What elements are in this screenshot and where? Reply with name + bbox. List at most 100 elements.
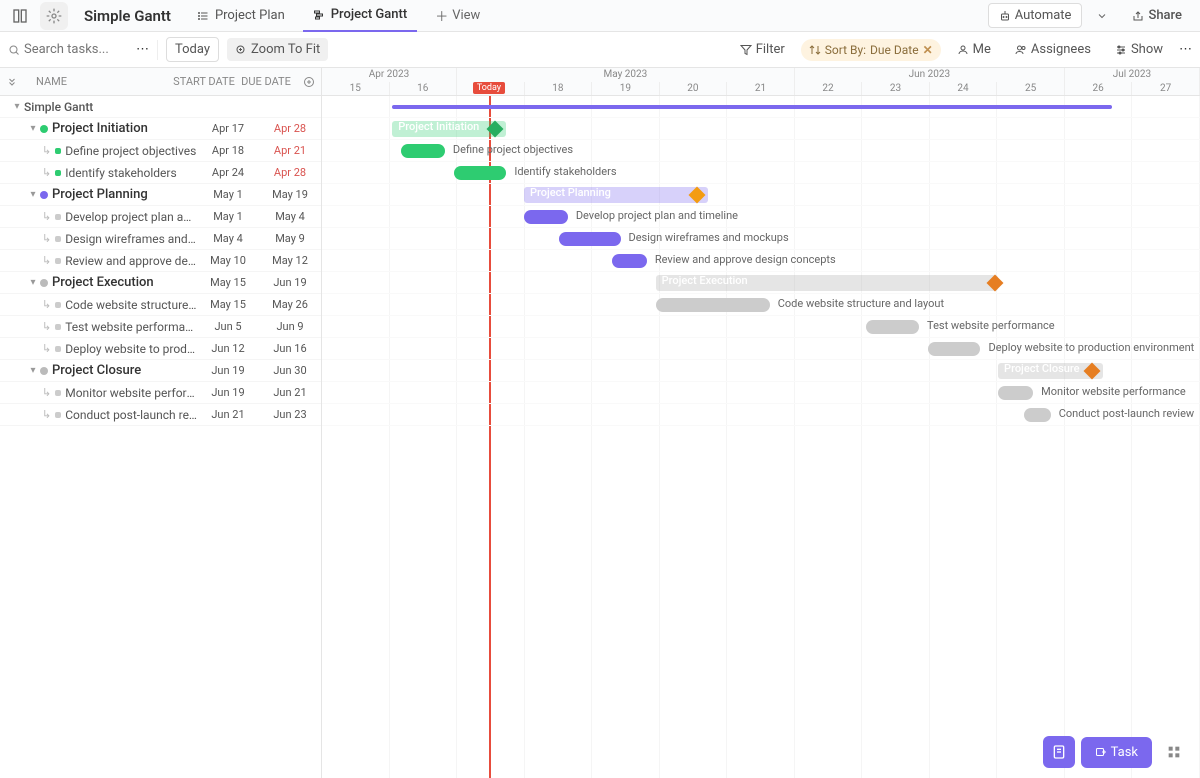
task-row[interactable]: ↳Code website structure and layoutMay 15…	[0, 294, 321, 316]
gantt-row[interactable]: Design wireframes and mockups	[322, 228, 1200, 250]
day-header: 27	[1132, 82, 1200, 96]
task-status-dot	[55, 390, 61, 396]
task-bar[interactable]: Test website performance	[866, 320, 919, 334]
gantt-body[interactable]: Today Project InitiationDefine project o…	[322, 96, 1200, 778]
zoom-to-fit-button[interactable]: Zoom To Fit	[227, 38, 328, 61]
sort-clear[interactable]: ✕	[923, 43, 933, 57]
assignees-button[interactable]: Assignees	[1007, 38, 1099, 61]
task-row[interactable]: ↳Test website performanceJun 5Jun 9	[0, 316, 321, 338]
summary-bar[interactable]	[392, 105, 1112, 109]
add-view-button[interactable]: ＋ View	[425, 6, 490, 25]
search-input[interactable]	[24, 42, 124, 57]
task-bar[interactable]: Code website structure and layout	[656, 298, 770, 312]
gantt-row[interactable]: Code website structure and layout	[322, 294, 1200, 316]
task-row[interactable]: ↳Identify stakeholdersApr 24Apr 28	[0, 162, 321, 184]
filter-button[interactable]: Filter	[732, 38, 793, 61]
gantt-row[interactable]: Deploy website to production environment	[322, 338, 1200, 360]
task-bar[interactable]: Conduct post-launch review	[1024, 408, 1050, 422]
tab-label: Project Gantt	[331, 7, 407, 22]
gantt-row[interactable]: Project Initiation	[322, 118, 1200, 140]
task-bar-label: Conduct post-launch review	[1059, 407, 1194, 420]
task-row[interactable]: ↳Design wireframes and mockupsMay 4May 9	[0, 228, 321, 250]
task-name: Project Planning	[52, 187, 197, 202]
task-name: Develop project plan and timeline	[65, 210, 197, 224]
show-label: Show	[1131, 42, 1163, 57]
day-header: 25	[997, 82, 1065, 96]
col-start-header[interactable]: Start Date	[173, 75, 235, 88]
task-row[interactable]: ↳Review and approve design conceptsMay 1…	[0, 250, 321, 272]
task-row[interactable]: ↳Develop project plan and timelineMay 1M…	[0, 206, 321, 228]
gantt-row[interactable]: Project Execution	[322, 272, 1200, 294]
task-name: Define project objectives	[65, 144, 197, 158]
share-button[interactable]: Share	[1122, 4, 1192, 27]
task-row[interactable]: ▾Project InitiationApr 17Apr 28	[0, 118, 321, 140]
gantt-row[interactable]	[322, 96, 1200, 118]
space-icon[interactable]	[40, 2, 68, 30]
apps-button[interactable]	[1158, 736, 1190, 768]
task-bar[interactable]: Define project objectives	[401, 144, 445, 158]
task-row[interactable]: ▾Project PlanningMay 1May 19	[0, 184, 321, 206]
task-status-dot	[55, 324, 61, 330]
gantt-row[interactable]: Monitor website performance	[322, 382, 1200, 404]
filter-label: Filter	[756, 42, 785, 57]
tab-project-plan[interactable]: Project Plan	[187, 0, 295, 32]
new-task-button[interactable]: Task	[1081, 737, 1152, 768]
tab-label: Project Plan	[215, 8, 285, 23]
gantt-row[interactable]: Review and approve design concepts	[322, 250, 1200, 272]
me-label: Me	[973, 42, 991, 57]
task-bar[interactable]: Review and approve design concepts	[612, 254, 647, 268]
task-name: Project Execution	[52, 275, 197, 290]
task-row[interactable]: ↳Conduct post-launch reviewJun 21Jun 23	[0, 404, 321, 426]
group-bar-label: Project Initiation	[392, 120, 479, 133]
task-list-panel: NAME Start Date Due Date ▾Simple Gantt▾P…	[0, 68, 322, 778]
gantt-row[interactable]: Conduct post-launch review	[322, 404, 1200, 426]
day-header: 21	[727, 82, 795, 96]
collapse-icon	[6, 76, 18, 88]
space-title[interactable]: Simple Gantt	[76, 7, 179, 25]
task-bar-label: Test website performance	[927, 319, 1055, 332]
gantt-row[interactable]: Identify stakeholders	[322, 162, 1200, 184]
task-status-dot	[55, 170, 61, 176]
search-wrap	[8, 42, 128, 57]
task-name: Simple Gantt	[24, 100, 197, 114]
automate-button[interactable]: Automate	[988, 3, 1083, 28]
automate-dropdown[interactable]	[1090, 4, 1114, 28]
sidebar-toggle[interactable]	[8, 4, 32, 28]
task-bar[interactable]: Monitor website performance	[998, 386, 1033, 400]
col-name-header[interactable]: NAME	[24, 75, 173, 88]
gantt-row[interactable]: Project Planning	[322, 184, 1200, 206]
task-status-dot	[55, 236, 61, 242]
list-icon	[197, 10, 209, 22]
task-row[interactable]: ↳Monitor website performanceJun 19Jun 21	[0, 382, 321, 404]
task-row[interactable]: ▾Project ClosureJun 19Jun 30	[0, 360, 321, 382]
task-bar-label: Monitor website performance	[1041, 385, 1186, 398]
tab-project-gantt[interactable]: Project Gantt	[303, 0, 417, 32]
task-bar[interactable]: Identify stakeholders	[454, 166, 507, 180]
gantt-row[interactable]: Define project objectives	[322, 140, 1200, 162]
task-row[interactable]: ↳Deploy website to production environmen…	[0, 338, 321, 360]
gantt-row[interactable]: Project Closure	[322, 360, 1200, 382]
task-bar[interactable]: Design wireframes and mockups	[559, 232, 620, 246]
me-button[interactable]: Me	[949, 38, 999, 61]
task-row[interactable]: ↳Define project objectivesApr 18Apr 21	[0, 140, 321, 162]
filter-icon	[740, 44, 752, 56]
task-row[interactable]: ▾Simple Gantt	[0, 96, 321, 118]
task-bar[interactable]: Deploy website to production environment	[928, 342, 981, 356]
search-options[interactable]: ⋯	[136, 42, 149, 57]
expand-all-toggle[interactable]	[0, 76, 24, 88]
sort-pill[interactable]: Sort By: Due Date ✕	[801, 39, 941, 61]
gantt-row[interactable]: Develop project plan and timeline	[322, 206, 1200, 228]
chevron-down-icon: ▾	[10, 101, 24, 112]
task-row[interactable]: ▾Project ExecutionMay 15Jun 19	[0, 272, 321, 294]
more-options[interactable]: ⋯	[1179, 42, 1192, 57]
gantt-row[interactable]: Test website performance	[322, 316, 1200, 338]
quick-action-button[interactable]	[1043, 736, 1075, 768]
task-bar-label: Design wireframes and mockups	[629, 231, 789, 244]
col-due-header[interactable]: Due Date	[235, 75, 297, 88]
add-column-button[interactable]	[297, 76, 321, 88]
subtask-icon: ↳	[42, 320, 51, 333]
show-button[interactable]: Show	[1107, 38, 1171, 61]
today-button[interactable]: Today	[166, 37, 219, 62]
task-status-dot	[55, 214, 61, 220]
task-bar[interactable]: Develop project plan and timeline	[524, 210, 568, 224]
